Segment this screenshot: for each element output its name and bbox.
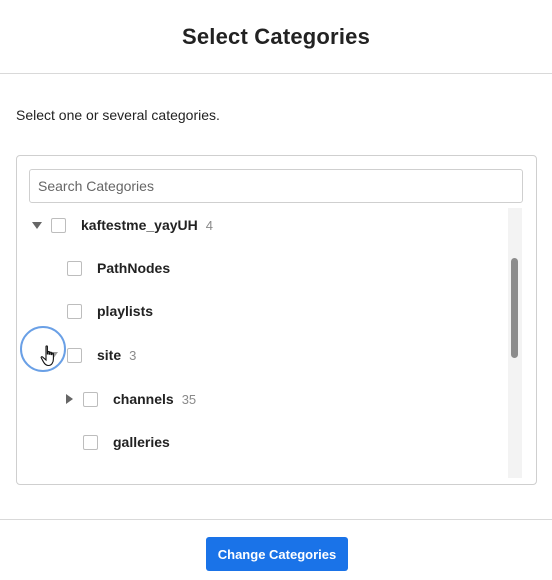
tree-node-count: 4: [205, 217, 213, 233]
tree-node-checkbox[interactable]: [67, 303, 82, 319]
tree-node-checkbox[interactable]: [51, 217, 66, 233]
tree-node-pathnodes[interactable]: PathNodes: [67, 256, 170, 280]
dialog-title: Select Categories: [181, 23, 371, 49]
tree-node-label: kaftestme_yayUH: [81, 217, 198, 233]
tree-scrollbar-thumb[interactable]: [511, 258, 518, 358]
tree-node-galleries[interactable]: galleries: [83, 430, 170, 454]
tree-node-checkbox[interactable]: [67, 260, 82, 276]
tree-node-label: playlists: [97, 303, 154, 319]
search-categories-input[interactable]: [29, 169, 523, 203]
category-tree: kaftestme_yayUH 4 PathNodes playlists si…: [17, 208, 522, 478]
tree-node-label: channels: [113, 391, 174, 407]
category-tree-panel: kaftestme_yayUH 4 PathNodes playlists si…: [16, 155, 537, 485]
dialog-header: Select Categories: [0, 0, 552, 74]
tree-scrollbar[interactable]: [508, 208, 522, 478]
dialog-footer: Change Categories: [0, 519, 552, 580]
tree-node-count: 3: [129, 347, 137, 363]
tree-node-playlists[interactable]: playlists: [67, 299, 153, 323]
caret-right-icon[interactable]: [61, 391, 77, 407]
tree-node-site[interactable]: site 3: [45, 343, 136, 367]
dialog-body: Select one or several categories.: [0, 107, 552, 123]
tree-node-checkbox[interactable]: [83, 391, 98, 407]
instructions-text: Select one or several categories.: [16, 107, 220, 123]
tree-node-count: 35: [181, 391, 197, 407]
tree-node-label: galleries: [113, 434, 170, 450]
tree-node-checkbox[interactable]: [67, 347, 82, 363]
caret-down-icon[interactable]: [29, 217, 45, 233]
tree-node-label: PathNodes: [97, 260, 171, 276]
tree-node-label: site: [97, 347, 122, 363]
caret-down-icon[interactable]: [45, 347, 61, 363]
tree-node-checkbox[interactable]: [83, 434, 98, 450]
change-categories-button[interactable]: Change Categories: [206, 537, 348, 571]
tree-node-kaftestme-yayuh[interactable]: kaftestme_yayUH 4: [29, 213, 213, 237]
tree-node-channels[interactable]: channels 35: [61, 387, 196, 411]
select-categories-dialog: Select Categories Select one or several …: [0, 0, 552, 580]
